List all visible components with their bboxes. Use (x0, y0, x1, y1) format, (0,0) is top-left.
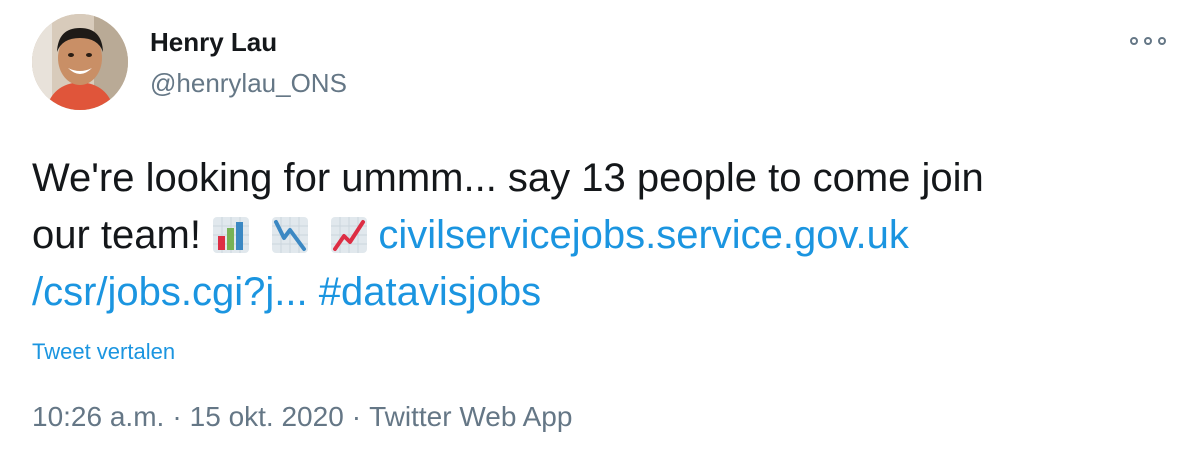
tweet-link-part2: /csr/jobs.cgi?j... (32, 270, 308, 314)
tweet-source[interactable]: Twitter Web App (369, 401, 572, 432)
tweet-date[interactable]: 15 okt. 2020 (190, 401, 344, 432)
bar-chart-emoji-icon (212, 216, 250, 254)
author-handle[interactable]: @henrylau_ONS (150, 68, 347, 99)
tweet-metadata: 10:26 a.m. · 15 okt. 2020 · Twitter Web App (32, 401, 572, 433)
tweet-card: Henry Lau @henrylau_ONS We're looking fo… (0, 0, 1192, 464)
meta-separator: · (172, 401, 182, 432)
tweet-time[interactable]: 10:26 a.m. (32, 401, 164, 432)
dot-icon (1144, 37, 1152, 45)
translate-tweet-link[interactable]: Tweet vertalen (32, 339, 175, 365)
tweet-text-line1: We're looking for ummm... say 13 people … (32, 156, 984, 200)
chart-increasing-emoji-icon (330, 216, 368, 254)
chart-decreasing-emoji-icon (271, 216, 309, 254)
avatar[interactable] (32, 14, 128, 110)
dot-icon (1130, 37, 1138, 45)
tweet-link-part1: civilservicejobs.service.gov.uk (378, 213, 909, 257)
meta-separator: · (351, 401, 362, 432)
more-options-icon[interactable] (1130, 34, 1166, 48)
author-display-name[interactable]: Henry Lau (150, 27, 277, 58)
hashtag-link[interactable]: #datavisjobs (319, 270, 541, 314)
tweet-text-line2: our team! (32, 213, 201, 257)
tweet-text: We're looking for ummm... say 13 people … (32, 150, 1142, 321)
dot-icon (1158, 37, 1166, 45)
